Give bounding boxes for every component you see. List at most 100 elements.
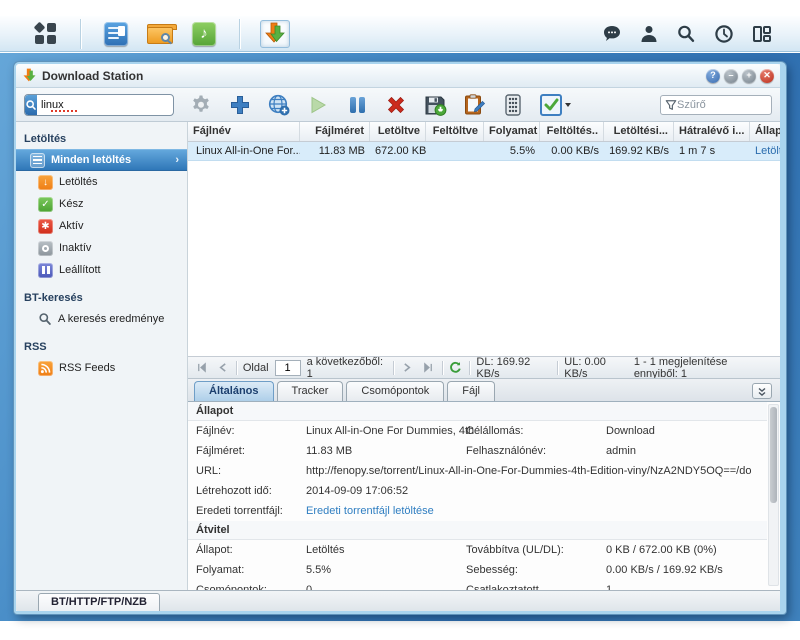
pause-icon (350, 97, 365, 113)
select-mode-button[interactable] (539, 92, 573, 118)
resume-button[interactable] (305, 92, 331, 118)
search-icon[interactable] (676, 24, 696, 44)
settings-button[interactable] (188, 92, 214, 118)
filter-input[interactable] (677, 99, 757, 111)
detail-row: Fájlméret: 11.83 MB Felhasználónév: admi… (188, 441, 767, 461)
detail-filename: Linux All-in-One For Dummies, 4th (306, 421, 466, 441)
sidebar-item-inactive[interactable]: Inaktív (16, 237, 187, 259)
taskbar-separator (80, 19, 81, 49)
save-button[interactable] (422, 92, 448, 118)
minimize-button[interactable]: – (724, 69, 738, 83)
window-title: Download Station (42, 69, 143, 83)
file-station-icon[interactable] (145, 20, 175, 48)
table-header: Fájlnév Fájlméret Letöltve Feltöltve Fol… (188, 122, 780, 142)
edit-button[interactable] (461, 92, 487, 118)
detail-speed: 0.00 KB/s / 169.92 KB/s (606, 560, 767, 580)
column-header-time-left[interactable]: Hátralévő i... (674, 122, 750, 141)
dl-speed: DL: 169.92 KB/s (476, 356, 551, 380)
display-summary: 1 - 1 megjelenítése ennyiből: 1 (634, 356, 774, 380)
widgets-icon[interactable] (752, 24, 772, 44)
details-scrollbar[interactable] (768, 404, 779, 586)
next-page-button[interactable] (400, 360, 415, 376)
download-arrow-icon (264, 22, 286, 46)
sidebar-item-completed[interactable]: ✓ Kész (16, 193, 187, 215)
taskbar: ♪ (0, 16, 800, 52)
column-header-uploaded[interactable]: Feltöltve (426, 122, 484, 141)
chevron-right-icon: › (175, 154, 179, 166)
detail-row: URL: http://fenopy.se/torrent/Linux-All-… (188, 461, 767, 481)
column-header-filename[interactable]: Fájlnév (188, 122, 300, 141)
collapse-panel-button[interactable] (752, 383, 772, 399)
sidebar-item-active[interactable]: ✱ Aktív (16, 215, 187, 237)
column-header-downloaded[interactable]: Letöltve (370, 122, 426, 141)
column-header-download-speed[interactable]: Letöltési... (604, 122, 674, 141)
window-titlebar[interactable]: Download Station ? – + ✕ (16, 64, 780, 88)
column-header-filesize[interactable]: Fájlméret (300, 122, 370, 141)
download-original-torrent-link[interactable]: Eredeti torrentfájl letöltése (306, 501, 767, 521)
task-size: 11.83 MB (300, 145, 370, 157)
table-row[interactable]: Linux All-in-One For... 11.83 MB 672.00 … (188, 142, 780, 161)
tab-tracker[interactable]: Tracker (277, 381, 344, 401)
task-upload-speed: 0.00 KB/s (540, 145, 604, 157)
detail-url: http://fenopy.se/torrent/Linux-All-in-On… (306, 461, 767, 481)
notifications-icon[interactable] (602, 24, 622, 44)
taskbar-separator (239, 19, 240, 49)
column-header-progress[interactable]: Folyamat (484, 122, 540, 141)
detail-row: Fájlnév: Linux All-in-One For Dummies, 4… (188, 421, 767, 441)
download-list-column: Fájlnév Fájlméret Letöltve Feltöltve Fol… (188, 122, 780, 590)
last-page-button[interactable] (421, 360, 436, 376)
audio-station-icon[interactable]: ♪ (189, 20, 219, 48)
active-icon: ✱ (38, 219, 53, 234)
search-icon[interactable] (25, 95, 37, 115)
tab-file[interactable]: Fájl (447, 381, 495, 401)
user-icon[interactable] (640, 24, 658, 44)
sidebar-section-rss: RSS (16, 336, 187, 357)
delete-button[interactable] (383, 92, 409, 118)
maximize-button[interactable]: + (742, 69, 756, 83)
taskbar-right (602, 24, 800, 44)
sidebar-item-all-downloads[interactable]: Minden letöltés › (16, 149, 187, 171)
download-station-icon[interactable] (260, 20, 290, 48)
column-header-upload-speed[interactable]: Feltöltés.. (540, 122, 604, 141)
detail-row: Eredeti torrentfájl: Eredeti torrentfájl… (188, 501, 767, 521)
shredder-button[interactable] (500, 92, 526, 118)
close-button[interactable]: ✕ (760, 69, 774, 83)
previous-page-button[interactable] (215, 360, 230, 376)
task-status: Letöltés (750, 145, 780, 157)
main-menu-icon[interactable] (30, 20, 60, 48)
sidebar-item-stopped[interactable]: Leállított (16, 259, 187, 281)
file-browser-icon[interactable] (101, 20, 131, 48)
page-input[interactable] (275, 360, 301, 376)
pagination-bar: Oldal a következőből: 1 DL: 169.92 KB/s … (188, 356, 780, 378)
system-status-icon[interactable] (714, 24, 734, 44)
task-downloaded: 672.00 KB (370, 145, 426, 157)
detail-filesize: 11.83 MB (306, 441, 466, 461)
sidebar-item-downloading[interactable]: ↓ Letöltés (16, 171, 187, 193)
inactive-icon (38, 241, 53, 256)
spellcheck-underline (51, 110, 77, 112)
add-url-button[interactable] (266, 92, 292, 118)
table-body: Linux All-in-One For... 11.83 MB 672.00 … (188, 142, 780, 356)
toolbar: ✕ (16, 88, 780, 122)
detail-created-time: 2014-09-09 17:06:52 (306, 481, 767, 501)
window-bottom-bar: BT/HTTP/FTP/NZB (16, 590, 780, 611)
task-name: Linux All-in-One For... (196, 145, 300, 157)
first-page-button[interactable] (194, 360, 209, 376)
add-button[interactable] (227, 92, 253, 118)
window-controls: ? – + ✕ (706, 69, 774, 83)
search-box: ✕ (24, 94, 174, 116)
tab-general[interactable]: Általános (194, 381, 274, 401)
help-button[interactable]: ? (706, 69, 720, 83)
refresh-icon[interactable] (449, 360, 464, 376)
detail-username: admin (606, 441, 767, 461)
sidebar-item-search-results[interactable]: A keresés eredménye (16, 308, 187, 330)
scrollbar-thumb[interactable] (770, 407, 777, 503)
download-station-title-icon (22, 68, 37, 84)
toolbar-buttons (188, 92, 573, 118)
pause-button[interactable] (344, 92, 370, 118)
column-header-status[interactable]: Állap (750, 122, 780, 141)
tab-peers[interactable]: Csomópontok (346, 381, 444, 401)
bt-http-ftp-nzb-tab[interactable]: BT/HTTP/FTP/NZB (38, 593, 160, 611)
sidebar-item-rss-feeds[interactable]: RSS Feeds (16, 357, 187, 379)
details-panel: Állapot Fájlnév: Linux All-in-One For Du… (188, 402, 780, 590)
